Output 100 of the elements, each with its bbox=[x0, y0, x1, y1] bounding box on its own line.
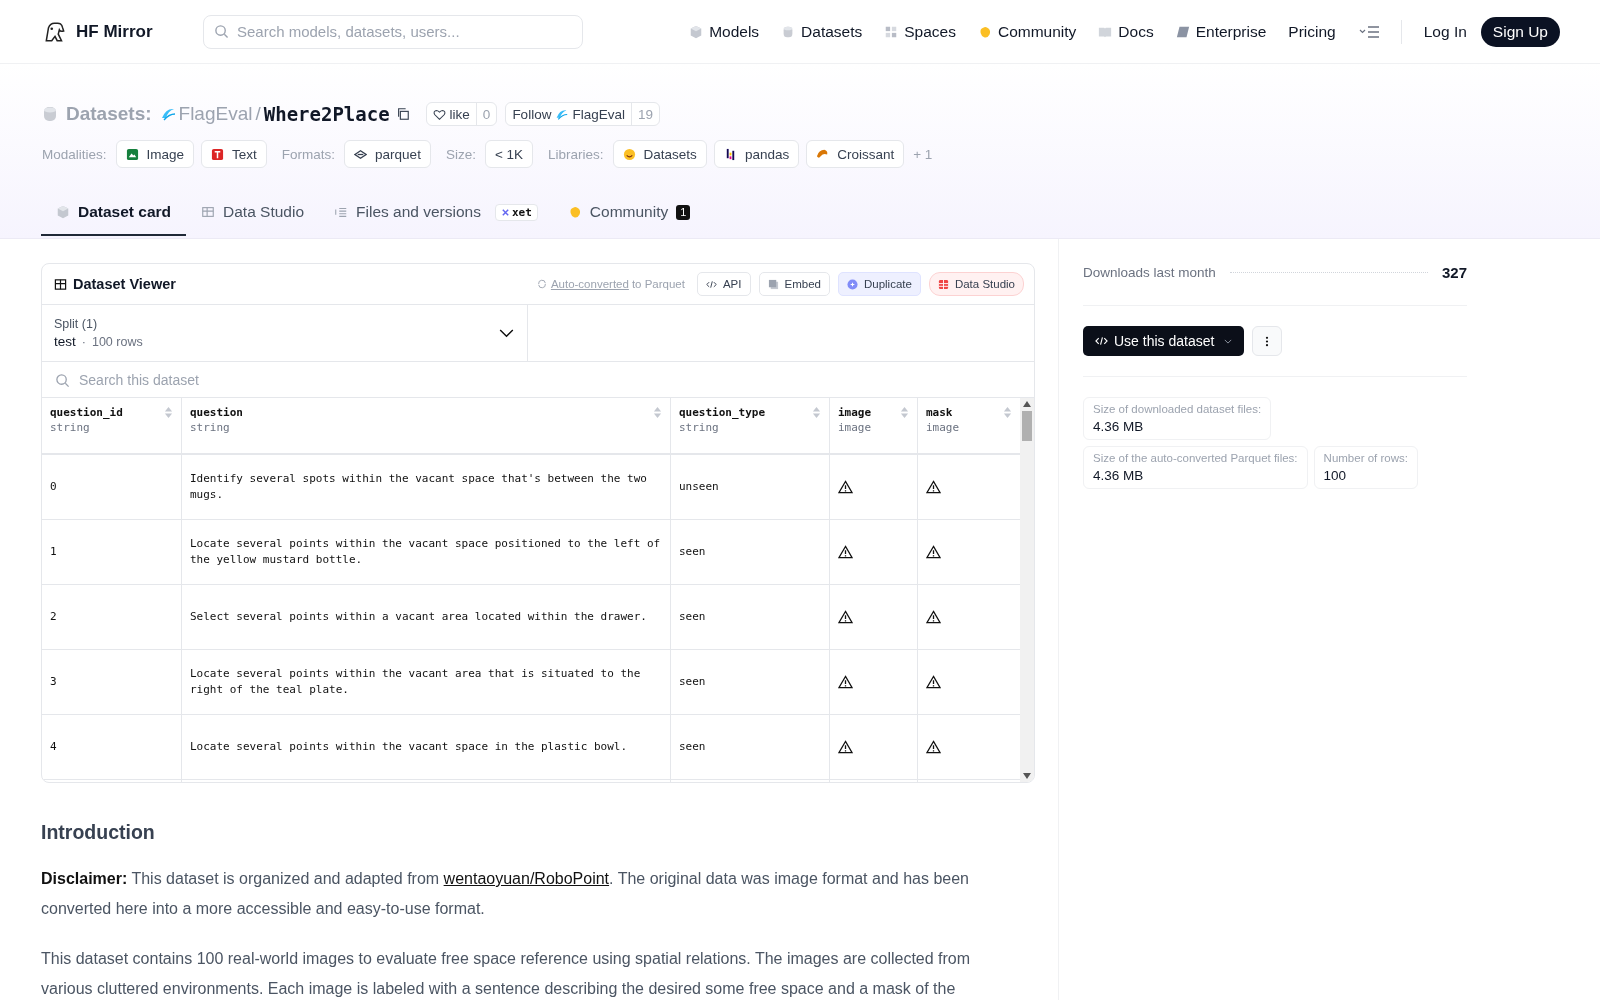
database-icon bbox=[42, 106, 58, 122]
tag-chip[interactable]: pandas bbox=[713, 140, 800, 168]
split-dropdown[interactable]: Split (1) test · 100 rows bbox=[42, 305, 528, 361]
tag-chip[interactable]: < 1K bbox=[484, 140, 534, 168]
nav-link[interactable]: Models bbox=[678, 22, 771, 41]
copy-icon[interactable] bbox=[395, 107, 410, 121]
column-name[interactable]: question_id bbox=[50, 406, 123, 419]
scroll-thumb[interactable] bbox=[1022, 411, 1032, 441]
count-badge: 1 bbox=[676, 204, 691, 220]
menu-icon[interactable] bbox=[1358, 24, 1381, 39]
sort-icon[interactable] bbox=[812, 406, 821, 419]
nav-link[interactable]: Enterprise bbox=[1164, 22, 1278, 41]
code-icon bbox=[705, 278, 717, 290]
copy-icon bbox=[767, 278, 779, 290]
croissant-icon bbox=[816, 147, 830, 161]
follow-button[interactable]: Follow FlagEval 19 bbox=[505, 102, 660, 126]
image-icon bbox=[125, 147, 139, 161]
column-type: string bbox=[190, 421, 231, 434]
table-cell: 0 bbox=[50, 479, 57, 495]
sort-icon[interactable] bbox=[164, 406, 173, 419]
refresh-icon bbox=[536, 279, 547, 289]
cube-icon bbox=[56, 205, 70, 219]
chevron-down-icon bbox=[499, 328, 514, 338]
nav-link[interactable]: Spaces bbox=[873, 22, 967, 41]
like-label: like bbox=[449, 106, 470, 122]
viewer-action-button[interactable]: Data Studio bbox=[928, 272, 1024, 296]
warning-icon bbox=[838, 675, 853, 689]
column-name[interactable]: question bbox=[190, 406, 243, 419]
scroll-up-icon[interactable] bbox=[1023, 401, 1031, 407]
more-icon bbox=[1265, 335, 1270, 347]
nav-link[interactable]: Datasets bbox=[770, 22, 874, 41]
follow-label: Follow bbox=[512, 106, 552, 122]
tag-chip[interactable]: parquet bbox=[344, 140, 431, 168]
column-name[interactable]: image bbox=[838, 406, 872, 419]
disclaimer-paragraph: Disclaimer: This dataset is organized and adapted from wentaoyuan/RoboPoint. The original data was image format and has been converted here into a more accessible and easy-to-use format. bbox=[41, 869, 970, 919]
tab[interactable]: Dataset card bbox=[41, 190, 187, 236]
follower-count: 19 bbox=[630, 103, 659, 125]
org-logo-icon bbox=[159, 106, 176, 122]
stat-label: Size of the auto-converted Parquet files: bbox=[1093, 452, 1298, 464]
downloads-label: Downloads last month bbox=[1083, 264, 1216, 280]
warning-icon bbox=[838, 480, 853, 494]
sign-up-button[interactable]: Sign Up bbox=[1480, 16, 1560, 47]
like-count: 0 bbox=[475, 103, 497, 125]
table-cell: seen bbox=[679, 739, 706, 755]
scroll-down-icon[interactable] bbox=[1023, 773, 1031, 779]
viewer-action-button[interactable]: Duplicate bbox=[837, 272, 921, 296]
caret-icon bbox=[1224, 338, 1233, 344]
tag-chip[interactable]: Text bbox=[201, 140, 267, 168]
nav-link[interactable]: Pricing bbox=[1277, 22, 1347, 41]
repo-name[interactable]: Where2Place bbox=[263, 103, 390, 125]
plus-icon bbox=[846, 278, 858, 290]
tag-chip[interactable]: Image bbox=[115, 140, 195, 168]
table-cell: Locate several points within the vacant space positioned to the left of the yellow mustard bottle. bbox=[190, 536, 662, 568]
table-cell: seen bbox=[679, 544, 706, 560]
table-cell: 2 bbox=[50, 609, 57, 625]
sort-icon[interactable] bbox=[653, 406, 662, 419]
table-cell: seen bbox=[679, 674, 706, 690]
table-icon bbox=[54, 277, 67, 291]
table-cell: Locate several points within the vacant space in the plastic bowl. bbox=[190, 739, 628, 755]
log-in-link[interactable]: Log In bbox=[1409, 22, 1481, 41]
table-cell: 3 bbox=[50, 674, 57, 690]
separator-dot: · bbox=[81, 335, 86, 349]
tag-chip[interactable]: Datasets bbox=[612, 140, 707, 168]
tab[interactable]: Community 1 bbox=[552, 190, 706, 236]
tab[interactable]: Files and versions xet bbox=[319, 190, 553, 236]
more-options-button[interactable] bbox=[1252, 326, 1283, 356]
sort-icon[interactable] bbox=[1003, 406, 1012, 419]
stat-label: Number of rows: bbox=[1323, 452, 1408, 464]
layers-icon bbox=[354, 147, 368, 161]
repo-type-label: Datasets: bbox=[66, 103, 152, 125]
split-label: Split (1) bbox=[54, 317, 99, 331]
slanted-badge-icon bbox=[1175, 24, 1190, 39]
badge-label: xet bbox=[511, 205, 532, 219]
column-type: string bbox=[679, 421, 720, 434]
viewer-title: Dataset Viewer bbox=[73, 276, 176, 292]
like-button[interactable]: like 0 bbox=[425, 102, 498, 126]
stat-label: Size of downloaded dataset files: bbox=[1093, 403, 1262, 415]
table-cell-text: Identify several spots within the vacant space that's between the two mugs. bbox=[190, 471, 648, 503]
column-name[interactable]: question_type bbox=[679, 406, 766, 419]
use-dataset-button[interactable]: Use this dataset bbox=[1083, 326, 1245, 356]
table-cell-text: Locate several points within the vacant area that is situated to the right of the teal plate. bbox=[190, 666, 642, 698]
table-scrollbar[interactable] bbox=[1020, 398, 1034, 782]
brand-name[interactable]: HF Mirror bbox=[76, 21, 153, 42]
warning-icon bbox=[838, 545, 853, 559]
nav-link[interactable]: Community bbox=[966, 22, 1088, 41]
tag-group-label: Modalities: bbox=[42, 146, 107, 162]
stat-value: 4.36 MB bbox=[1093, 468, 1145, 483]
table-icon bbox=[937, 278, 949, 290]
column-name[interactable]: mask bbox=[926, 406, 960, 419]
search-field[interactable]: Search models, datasets, users... bbox=[203, 14, 583, 49]
tag-group-label: Libraries: bbox=[548, 146, 604, 162]
viewer-action-button[interactable]: Embed bbox=[758, 272, 830, 296]
tab[interactable]: Data Studio bbox=[186, 190, 320, 236]
warning-icon bbox=[926, 545, 941, 559]
downloads-count: 327 bbox=[1441, 263, 1467, 281]
sort-icon[interactable] bbox=[900, 406, 909, 419]
nav-link[interactable]: Docs bbox=[1087, 22, 1165, 41]
stat-value: 4.36 MB bbox=[1093, 419, 1145, 434]
tag-chip[interactable]: Croissant bbox=[806, 140, 905, 168]
viewer-action-button[interactable]: API bbox=[696, 272, 751, 296]
